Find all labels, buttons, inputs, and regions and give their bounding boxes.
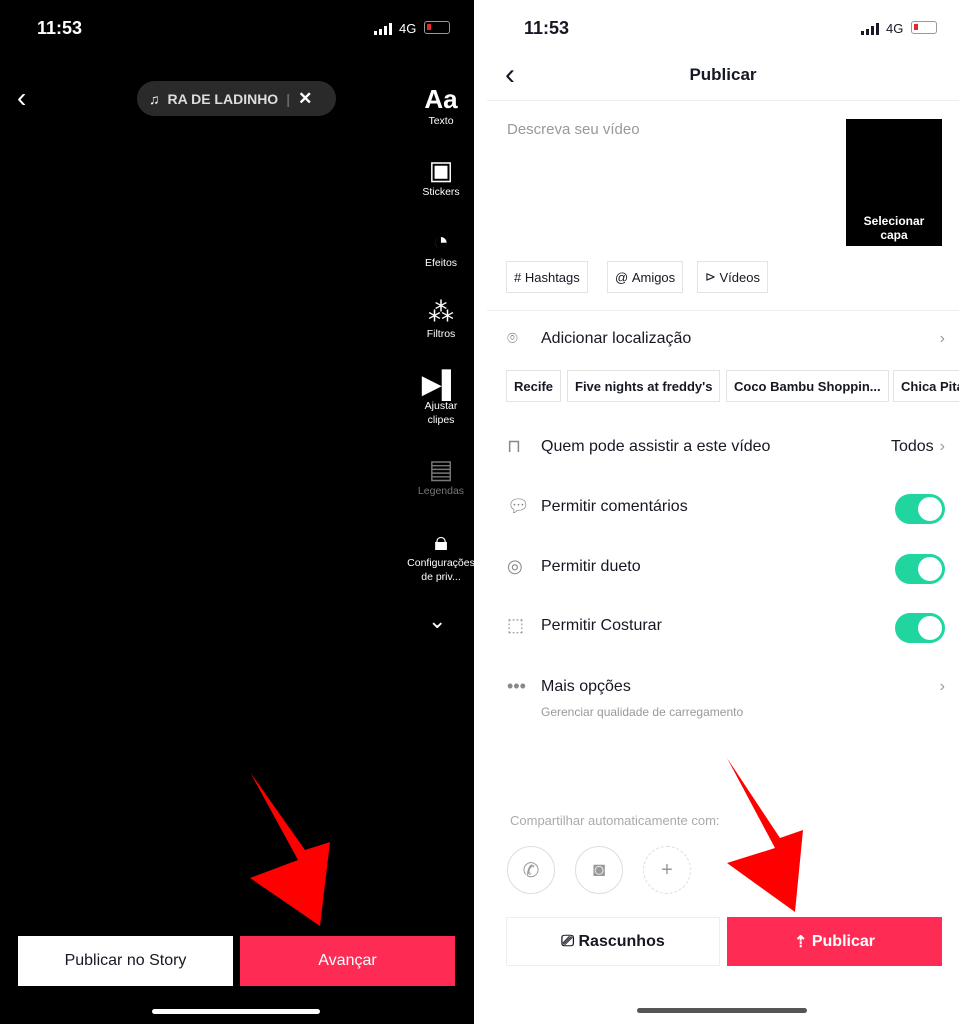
red-arrow-right	[727, 758, 803, 912]
annotation-arrows	[250, 758, 803, 926]
red-arrow-left	[250, 772, 330, 926]
